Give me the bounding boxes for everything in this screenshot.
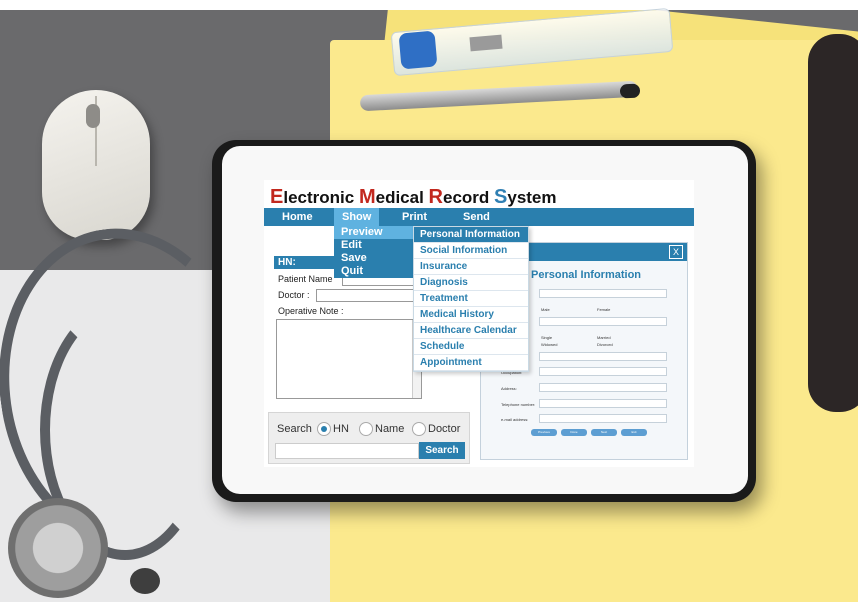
thermometer-display xyxy=(469,34,503,52)
title-word: ecord xyxy=(442,188,495,207)
top-border xyxy=(0,0,858,10)
menu-item-quit[interactable]: Quit xyxy=(334,265,414,278)
menu-print[interactable]: Print xyxy=(402,208,427,226)
submenu-treatment[interactable]: Treatment xyxy=(414,291,528,307)
telephone-field[interactable] xyxy=(539,399,667,408)
radio-hn-label: HN xyxy=(333,423,349,435)
radio-doctor-label: Doctor xyxy=(428,423,461,435)
menu-show[interactable]: Show xyxy=(334,208,380,226)
operative-note-textarea[interactable] xyxy=(276,319,422,399)
submenu-diagnosis[interactable]: Diagnosis xyxy=(414,275,528,291)
search-input[interactable] xyxy=(275,443,419,459)
title-word: ystem xyxy=(507,188,557,207)
address-label: Address: xyxy=(501,386,517,391)
title-letter: E xyxy=(270,186,284,208)
title-letter: M xyxy=(358,186,376,208)
name-field[interactable] xyxy=(539,289,667,298)
email-label: e-mail address: xyxy=(501,417,529,422)
stethoscope-earpiece xyxy=(130,568,160,594)
option-single[interactable]: Single xyxy=(541,335,552,340)
occupation-field[interactable] xyxy=(539,367,667,376)
menu-item-save[interactable]: Save xyxy=(334,252,414,265)
done-button[interactable]: Done xyxy=(561,429,587,436)
option-married[interactable]: Married xyxy=(597,335,611,340)
radio-doctor[interactable] xyxy=(412,422,426,436)
close-icon[interactable]: X xyxy=(669,245,683,259)
submenu-personal-information[interactable]: Personal Information xyxy=(414,227,528,243)
radio-name-label: Name xyxy=(375,423,405,435)
address-field[interactable] xyxy=(539,383,667,392)
photo-scene: Electronic Medical Record System Home Sh… xyxy=(0,0,858,602)
previous-button[interactable]: Previous xyxy=(531,429,557,436)
telephone-label: Telephone number: xyxy=(501,402,536,407)
radio-hn[interactable] xyxy=(317,422,331,436)
menu-bar: Home Show Print Send xyxy=(264,208,694,226)
submenu-schedule[interactable]: Schedule xyxy=(414,339,528,355)
thermometer-icon xyxy=(398,30,438,70)
nationality-field[interactable] xyxy=(539,352,667,361)
search-button[interactable]: Search xyxy=(419,442,465,459)
doctor-label: Doctor : xyxy=(278,290,310,300)
title-word: edical xyxy=(375,188,429,207)
pen-cap xyxy=(619,83,641,99)
submenu-insurance[interactable]: Insurance xyxy=(414,259,528,275)
submenu-social-information[interactable]: Social Information xyxy=(414,243,528,259)
show-dropdown: Preview Edit Save Quit xyxy=(334,226,414,278)
menu-item-edit[interactable]: Edit xyxy=(334,239,414,252)
submenu-appointment[interactable]: Appointment xyxy=(414,355,528,371)
menu-send[interactable]: Send xyxy=(463,208,490,226)
patient-name-label: Patient Name xyxy=(278,274,333,284)
exit-button[interactable]: Exit xyxy=(621,429,647,436)
date-field[interactable] xyxy=(539,317,667,326)
app-title: Electronic Medical Record System xyxy=(270,186,557,209)
menu-home[interactable]: Home xyxy=(282,208,313,226)
doctor-field[interactable] xyxy=(316,289,420,302)
title-letter: R xyxy=(428,186,443,208)
preview-submenu: Personal Information Social Information … xyxy=(413,226,529,372)
mouse-wheel xyxy=(86,104,100,128)
black-cylinder xyxy=(808,34,858,412)
tablet-screen: Electronic Medical Record System Home Sh… xyxy=(264,180,694,467)
option-divorced[interactable]: Divorced xyxy=(597,342,613,347)
search-panel: Search HN Name Doctor Search xyxy=(268,412,470,464)
option-female[interactable]: Female xyxy=(597,307,610,312)
submenu-healthcare-calendar[interactable]: Healthcare Calendar xyxy=(414,323,528,339)
search-label: Search xyxy=(277,423,312,435)
stethoscope-chestpiece xyxy=(8,498,108,598)
submenu-medical-history[interactable]: Medical History xyxy=(414,307,528,323)
menu-item-preview[interactable]: Preview xyxy=(334,226,414,239)
next-button[interactable]: Next xyxy=(591,429,617,436)
personal-info-heading: Personal Information xyxy=(531,269,642,281)
title-letter: S xyxy=(494,186,508,208)
email-field[interactable] xyxy=(539,414,667,423)
option-widowed[interactable]: Widowed xyxy=(541,342,557,347)
option-male[interactable]: Male xyxy=(541,307,550,312)
radio-name[interactable] xyxy=(359,422,373,436)
hn-label: HN: xyxy=(278,257,296,268)
operative-note-label: Operative Note : xyxy=(278,306,344,316)
title-word: lectronic xyxy=(283,188,359,207)
